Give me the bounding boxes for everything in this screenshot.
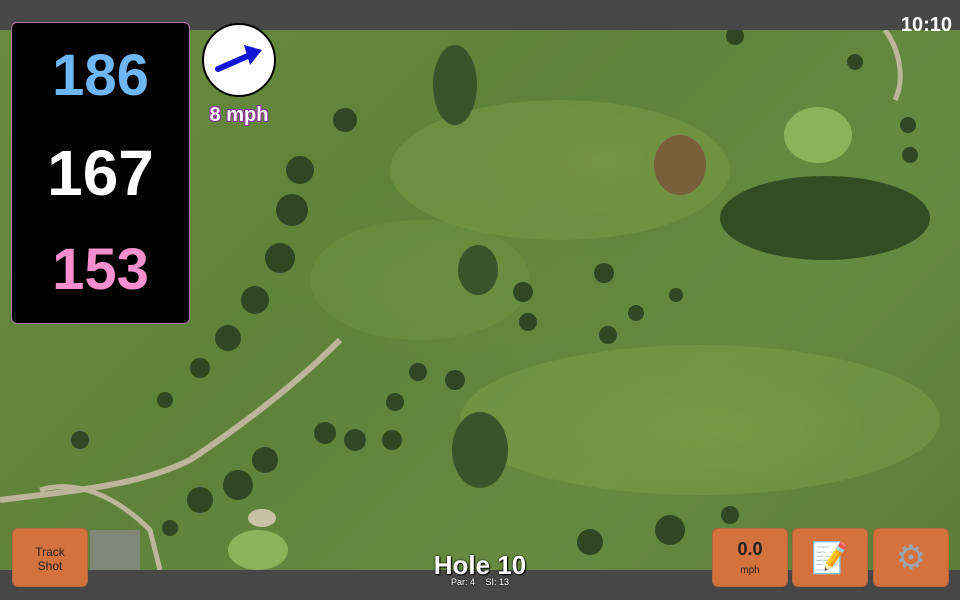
speed-button[interactable]: 0.0 mph bbox=[712, 528, 788, 587]
hole-info: Par: 4 SI: 13 bbox=[380, 577, 580, 587]
speed-unit: mph bbox=[740, 565, 760, 576]
speed-value: 0.0 bbox=[737, 539, 763, 559]
notepad-icon: 📝 bbox=[811, 542, 849, 575]
settings-button[interactable]: ⚙ bbox=[873, 528, 949, 587]
track-shot-button[interactable]: Track Shot bbox=[12, 528, 88, 587]
middle-yardage: 167 bbox=[47, 137, 154, 209]
yardage-panel: 186 167 153 bbox=[11, 22, 190, 324]
hole-par: Par: 4 bbox=[450, 577, 475, 587]
wind-speed-label: 8 mph bbox=[209, 104, 269, 126]
front-yardage: 153 bbox=[52, 237, 149, 302]
arrow-icon bbox=[215, 45, 262, 72]
track-shot-label-line2: Shot bbox=[37, 559, 63, 573]
wind-indicator bbox=[202, 23, 276, 97]
back-yardage: 186 bbox=[52, 43, 149, 108]
gear-icon: ⚙ bbox=[895, 539, 927, 577]
clock: 10:10 bbox=[900, 14, 952, 36]
scorecard-button[interactable]: 📝 bbox=[792, 528, 868, 587]
hole-stroke-index: SI: 13 bbox=[485, 577, 510, 587]
track-shot-label-line1: Track bbox=[35, 545, 65, 559]
